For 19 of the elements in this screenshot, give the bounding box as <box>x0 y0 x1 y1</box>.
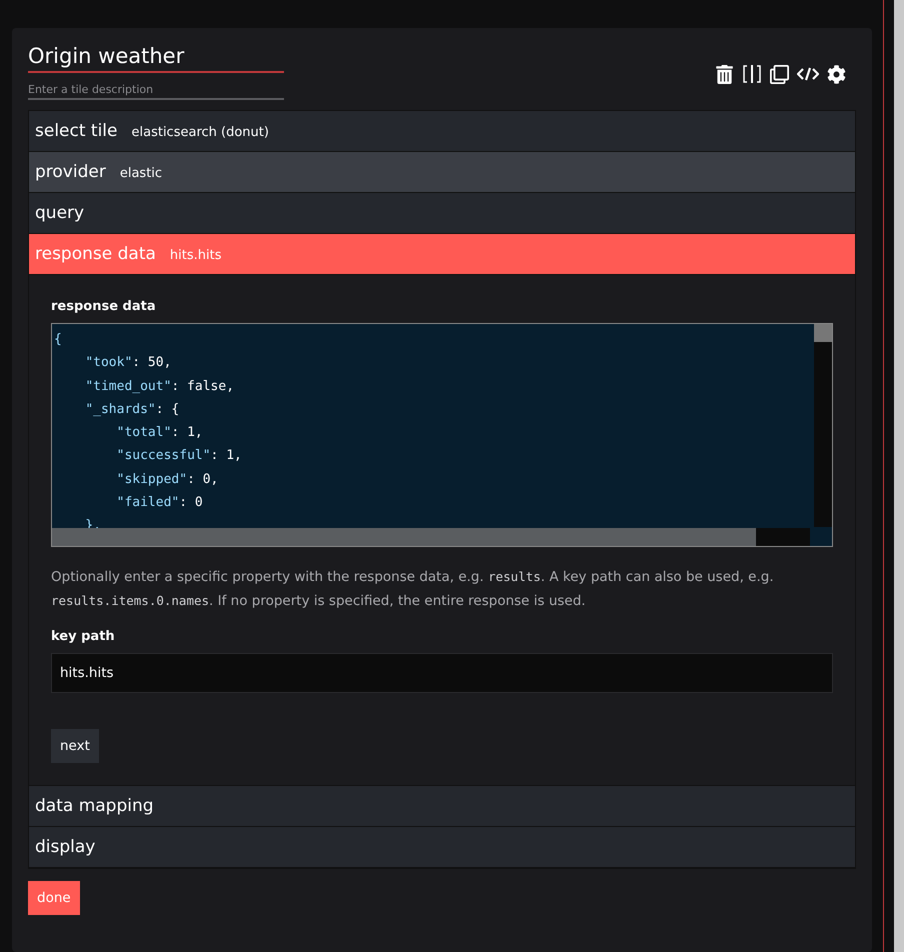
vertical-scrollbar[interactable] <box>814 324 832 527</box>
section-header[interactable]: select tile elasticsearch (donut) <box>29 111 855 152</box>
delete-icon[interactable] <box>715 64 734 84</box>
tile-description-field[interactable]: Enter a tile description <box>28 81 284 100</box>
editor-label: response data <box>51 299 157 314</box>
key-path-field[interactable]: hits.hits <box>51 653 833 693</box>
code-icon[interactable] <box>797 66 819 82</box>
key-path-label: key path <box>51 629 116 644</box>
help-text: Optionally enter a specific property with the response data, e.g. results. A key path can also be used, e.g. results.items.0.names. If no property is specified, the entire response is used. <box>51 568 775 611</box>
split-view-icon[interactable] <box>742 64 762 84</box>
tile-title-field[interactable]: Origin weather <box>28 44 284 73</box>
copy-icon[interactable] <box>770 64 789 84</box>
section-header[interactable]: query <box>29 193 855 234</box>
section-header[interactable]: provider elastic <box>29 152 855 193</box>
section-header[interactable]: data mapping <box>29 786 855 827</box>
section-header[interactable]: display <box>29 827 855 868</box>
horizontal-scrollbar[interactable] <box>52 528 810 546</box>
settings-icon[interactable] <box>827 64 846 84</box>
next-button[interactable]: next <box>51 729 99 763</box>
